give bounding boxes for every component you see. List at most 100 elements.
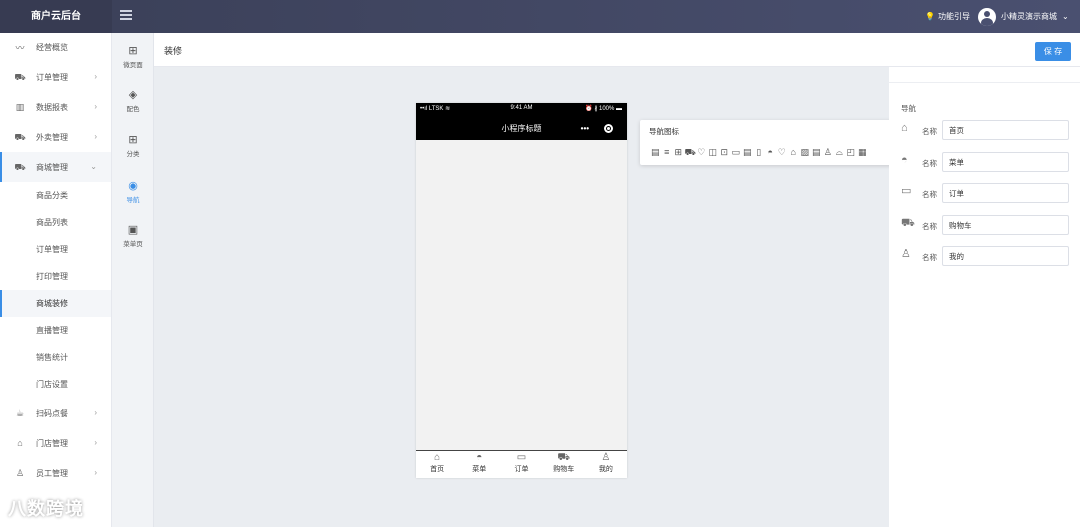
chevron-right-icon: › bbox=[94, 408, 97, 417]
sidebar-item-label: 订单管理 bbox=[36, 72, 68, 82]
sidebar-item-label: 外卖管理 bbox=[36, 132, 68, 142]
sidebar-subitem-decoration[interactable]: 商城装修 bbox=[0, 290, 111, 317]
phone-tab-menu[interactable]: ◓ 菜单 bbox=[458, 451, 500, 478]
sidebar-subitem-sales[interactable]: 销售统计 bbox=[0, 344, 111, 371]
component-toolbar: ⊞ 微页面 ◈ 配色 ⊞ 分类 ◉ 导航 ▣ 菜单页 bbox=[112, 33, 154, 527]
page-header: 装修 保 存 bbox=[154, 33, 1080, 67]
person-icon[interactable]: ♙ bbox=[901, 248, 914, 261]
sidebar-subitem-store-settings[interactable]: 门店设置 bbox=[0, 371, 111, 398]
page-title: 装修 bbox=[164, 46, 183, 56]
feature-guide-label: 功能引导 bbox=[937, 12, 970, 21]
nav-icon-option-icon[interactable]: ≡ bbox=[662, 146, 673, 158]
tool-color-scheme[interactable]: ◈ 配色 bbox=[112, 89, 154, 113]
feature-guide-button[interactable]: 💡 功能引导 bbox=[925, 0, 970, 33]
cart-icon: ⛟ bbox=[14, 162, 26, 172]
name-label: 名称 bbox=[922, 127, 937, 136]
cart-icon: ⛟ bbox=[14, 72, 26, 82]
nav-icon-option-icon[interactable]: ⊞ bbox=[673, 146, 684, 158]
grid-icon: ⊞ bbox=[128, 134, 138, 146]
nav-icon-option-icon[interactable]: ⌓ bbox=[834, 146, 845, 158]
sidebar-item-reports[interactable]: ▥ 数据报表 › bbox=[0, 92, 111, 122]
phone-tab-orders[interactable]: ▭ 订单 bbox=[500, 451, 542, 478]
compass-icon: ◉ bbox=[128, 180, 138, 192]
chevron-right-icon: › bbox=[94, 102, 97, 111]
nav-icon-popover: 导航图标 ▤ ≡ ⊞ ⛟ ♡ ◫ ⊡ ▭ ▤ ▯ ◓ ♡ ⌂ ▨ ▤ ♙ ⌓ ◰ ▦ bbox=[640, 120, 899, 165]
nav-icon-option-icon[interactable]: ♙ bbox=[823, 146, 834, 158]
sidebar-item-takeout[interactable]: ⛟ 外卖管理 › bbox=[0, 122, 111, 152]
phone-tab-bar[interactable]: ⌂ 首页 ◓ 菜单 ▭ 订单 ⛟ 购物车 ♙ 我的 bbox=[416, 450, 627, 478]
tool-label: 配色 bbox=[126, 106, 140, 113]
chevron-right-icon: › bbox=[94, 72, 97, 81]
person-icon: ♙ bbox=[601, 452, 611, 463]
sidebar: 〰 经营概览 ⛟ 订单管理 › ▥ 数据报表 › ⛟ 外卖管理 › ⛟ 商城管理… bbox=[0, 33, 112, 527]
tool-category[interactable]: ⊞ 分类 bbox=[112, 134, 154, 158]
name-label: 名称 bbox=[922, 159, 937, 168]
nav-icon-option-icon[interactable]: ◰ bbox=[846, 146, 857, 158]
menu-toggle-icon[interactable] bbox=[120, 10, 132, 22]
lightbulb-icon: 💡 bbox=[925, 12, 935, 21]
sidebar-item-label: 扫码点餐 bbox=[36, 408, 68, 418]
sidebar-item-overview[interactable]: 〰 经营概览 bbox=[0, 33, 111, 62]
phone-tab-label: 菜单 bbox=[472, 466, 487, 473]
nav-icon-option-icon[interactable]: ♡ bbox=[777, 146, 788, 158]
nav-row-cart: ⛟ 名称 bbox=[901, 215, 1071, 235]
cart-icon: ⛟ bbox=[14, 132, 26, 142]
nav-icon-option-icon[interactable]: ◫ bbox=[708, 146, 719, 158]
nav-icon-option-icon[interactable]: ▨ bbox=[800, 146, 811, 158]
nav-name-input[interactable] bbox=[942, 183, 1069, 203]
nav-icon-option-icon[interactable]: ▤ bbox=[811, 146, 822, 158]
panel-section-title: 导航 bbox=[901, 104, 916, 113]
burger-icon[interactable]: ◓ bbox=[901, 154, 914, 167]
nav-icon-option-icon[interactable]: ♡ bbox=[696, 146, 707, 158]
phone-tab-home[interactable]: ⌂ 首页 bbox=[416, 451, 458, 478]
user-menu[interactable]: 小精灵演示商城 ⌄ bbox=[978, 0, 1069, 33]
close-target-icon bbox=[604, 123, 614, 133]
popover-title: 导航图标 bbox=[649, 127, 679, 136]
phone-tab-cart[interactable]: ⛟ 购物车 bbox=[543, 451, 585, 478]
save-button[interactable]: 保 存 bbox=[1035, 42, 1071, 61]
sidebar-item-scan-order[interactable]: ☕ 扫码点餐 › bbox=[0, 398, 111, 428]
battery-text: ⏰ ∦ 100% ▬ bbox=[585, 106, 622, 112]
name-label: 名称 bbox=[922, 253, 937, 262]
sidebar-subitem-orders[interactable]: 订单管理 bbox=[0, 236, 111, 263]
sidebar-item-stores[interactable]: ⌂ 门店管理 › bbox=[0, 428, 111, 458]
phone-tab-label: 我的 bbox=[598, 466, 613, 473]
phone-tab-mine[interactable]: ♙ 我的 bbox=[585, 451, 627, 478]
sidebar-item-label: 经营概览 bbox=[36, 43, 68, 52]
tool-label: 微页面 bbox=[123, 62, 143, 69]
sidebar-item-mall[interactable]: ⛟ 商城管理 ⌄ bbox=[0, 152, 111, 182]
tool-menu-page[interactable]: ▣ 菜单页 bbox=[112, 224, 154, 248]
trend-icon: 〰 bbox=[15, 42, 25, 53]
nav-icon-option-icon[interactable]: ▯ bbox=[754, 146, 765, 158]
nav-name-input[interactable] bbox=[942, 120, 1069, 140]
tool-label: 导航 bbox=[126, 197, 140, 204]
nav-name-input[interactable] bbox=[942, 215, 1069, 235]
chevron-right-icon: › bbox=[94, 438, 97, 447]
sidebar-subitem-products[interactable]: 商品列表 bbox=[0, 209, 111, 236]
person-icon: ♙ bbox=[15, 468, 25, 478]
cart-icon[interactable]: ⛟ bbox=[901, 217, 915, 230]
chevron-down-icon: ⌄ bbox=[1062, 12, 1069, 21]
nav-name-input[interactable] bbox=[942, 152, 1069, 172]
sidebar-item-orders[interactable]: ⛟ 订单管理 › bbox=[0, 62, 111, 92]
calendar-icon[interactable]: ▭ bbox=[901, 185, 914, 198]
tool-micro-page[interactable]: ⊞ 微页面 bbox=[112, 45, 154, 69]
nav-icon-option-icon[interactable]: ▭ bbox=[731, 146, 742, 158]
tool-navigation[interactable]: ◉ 导航 bbox=[112, 180, 154, 204]
sidebar-subitem-printing[interactable]: 打印管理 bbox=[0, 263, 111, 290]
phone-tab-label: 购物车 bbox=[553, 466, 575, 473]
sidebar-subitem-live[interactable]: 直播管理 bbox=[0, 317, 111, 344]
watermark: 八数跨境 bbox=[8, 499, 84, 519]
sidebar-item-staff[interactable]: ♙ 员工管理 › bbox=[0, 458, 111, 488]
sidebar-subitem-category[interactable]: 商品分类 bbox=[0, 182, 111, 209]
nav-icon-option-icon[interactable]: ⊡ bbox=[719, 146, 730, 158]
nav-icon-option-icon[interactable]: ⌂ bbox=[788, 146, 799, 158]
nav-icon-option-icon[interactable]: ▤ bbox=[742, 146, 753, 158]
nav-icon-option-icon[interactable]: ◓ bbox=[765, 146, 776, 158]
nav-name-input[interactable] bbox=[942, 246, 1069, 266]
home-icon[interactable]: ⌂ bbox=[901, 122, 914, 135]
panel-header bbox=[889, 67, 1080, 83]
nav-icon-option-icon[interactable]: ▦ bbox=[857, 146, 868, 158]
nav-icon-option-icon[interactable]: ▤ bbox=[650, 146, 661, 158]
nav-icon-option-icon[interactable]: ⛟ bbox=[685, 146, 696, 158]
